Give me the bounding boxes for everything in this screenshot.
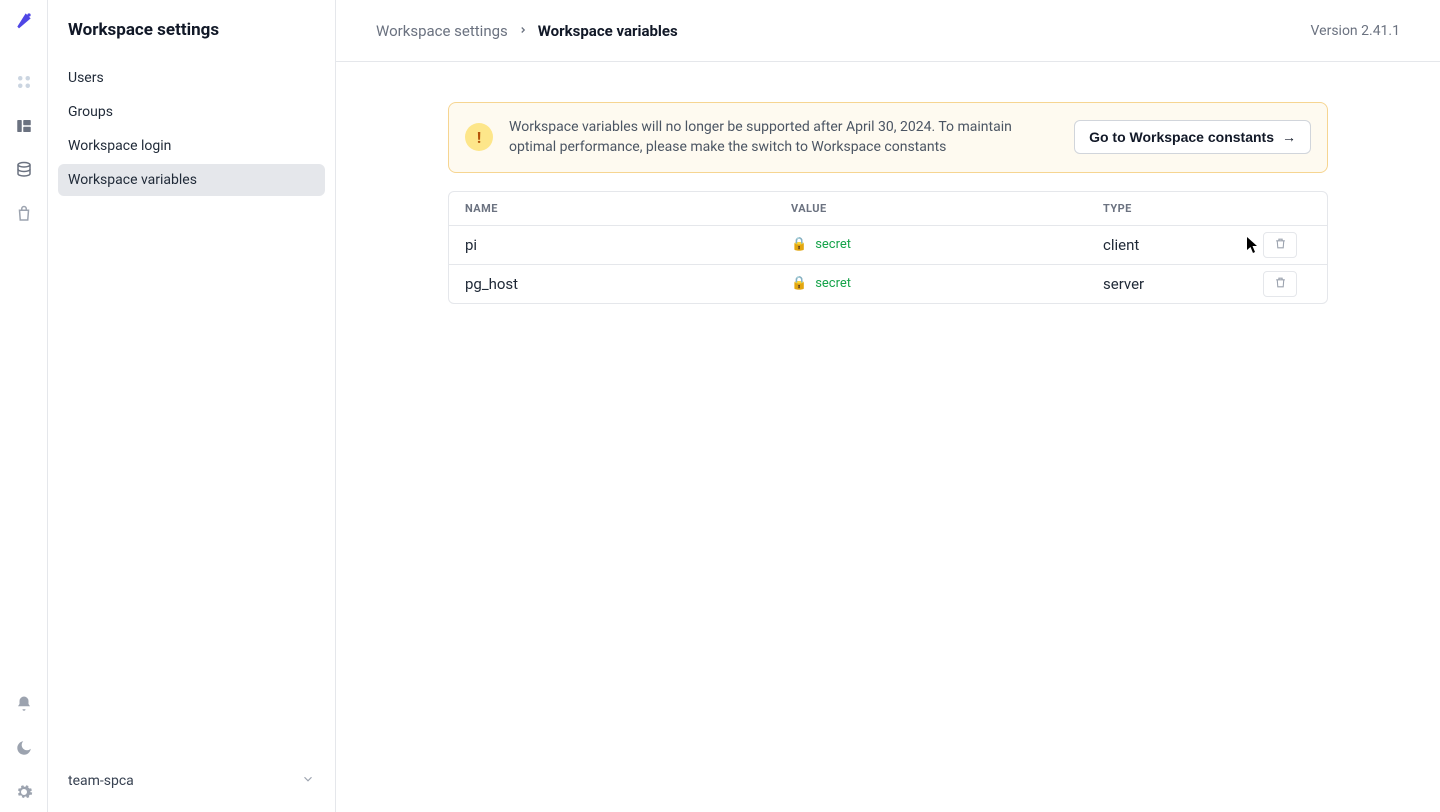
go-to-constants-button[interactable]: Go to Workspace constants →: [1074, 120, 1311, 154]
col-header-type: TYPE: [1103, 202, 1263, 215]
sidebar-item-label: Workspace login: [68, 138, 171, 154]
cell-name: pi: [465, 236, 791, 254]
breadcrumb: Workspace settings Workspace variables: [376, 22, 678, 40]
table-header: NAME VALUE TYPE: [449, 192, 1327, 226]
deprecation-banner: ! Workspace variables will no longer be …: [448, 102, 1328, 173]
secret-label: secret: [815, 276, 851, 291]
cell-name: pg_host: [465, 275, 791, 293]
sidebar-item-label: Users: [68, 70, 104, 86]
table-row: pg_host 🔒 secret server: [449, 265, 1327, 303]
sidebar-item-label: Groups: [68, 104, 113, 120]
button-label: Go to Workspace constants: [1089, 129, 1274, 145]
lock-icon: 🔒: [791, 237, 807, 252]
cell-type: server: [1103, 275, 1263, 293]
delete-button[interactable]: [1263, 271, 1297, 297]
secret-label: secret: [815, 237, 851, 252]
sidebar: Workspace settings Users Groups Workspac…: [48, 0, 336, 812]
sidebar-item-users[interactable]: Users: [58, 62, 325, 94]
icon-rail: [0, 0, 48, 812]
chevron-right-icon: [518, 24, 528, 38]
sidebar-item-workspace-variables[interactable]: Workspace variables: [58, 164, 325, 196]
trash-icon: [1274, 237, 1287, 253]
warning-icon: !: [465, 123, 493, 151]
topbar: Workspace settings Workspace variables V…: [336, 0, 1440, 62]
col-header-name: NAME: [465, 202, 791, 215]
sidebar-title: Workspace settings: [58, 20, 325, 62]
moon-icon[interactable]: [14, 738, 34, 758]
breadcrumb-parent[interactable]: Workspace settings: [376, 22, 508, 40]
col-header-value: VALUE: [791, 202, 1103, 215]
cell-type: client: [1103, 236, 1263, 254]
cell-value: 🔒 secret: [791, 276, 1103, 291]
gear-icon[interactable]: [14, 782, 34, 802]
banner-text: Workspace variables will no longer be su…: [509, 117, 1058, 158]
delete-button[interactable]: [1263, 232, 1297, 258]
chevron-down-icon: [301, 772, 315, 790]
database-icon[interactable]: [14, 160, 34, 180]
sidebar-item-groups[interactable]: Groups: [58, 96, 325, 128]
sidebar-item-workspace-login[interactable]: Workspace login: [58, 130, 325, 162]
team-switcher[interactable]: team-spca: [58, 762, 325, 800]
cell-value: 🔒 secret: [791, 237, 1103, 252]
apps-icon[interactable]: [14, 72, 34, 92]
lock-icon: 🔒: [791, 276, 807, 291]
trash-icon: [1274, 276, 1287, 292]
main: Workspace settings Workspace variables V…: [336, 0, 1440, 812]
team-name: team-spca: [68, 773, 134, 789]
variables-table: NAME VALUE TYPE pi 🔒 secret client: [448, 191, 1328, 304]
marketplace-icon[interactable]: [14, 204, 34, 224]
bell-icon[interactable]: [14, 694, 34, 714]
sidebar-nav: Users Groups Workspace login Workspace v…: [58, 62, 325, 196]
version-label: Version 2.41.1: [1311, 23, 1400, 39]
layout-icon[interactable]: [14, 116, 34, 136]
table-row: pi 🔒 secret client: [449, 226, 1327, 265]
content: ! Workspace variables will no longer be …: [336, 62, 1440, 812]
arrow-right-icon: →: [1282, 129, 1296, 145]
logo-icon[interactable]: [14, 10, 34, 30]
sidebar-item-label: Workspace variables: [68, 172, 197, 188]
breadcrumb-current: Workspace variables: [538, 22, 678, 40]
